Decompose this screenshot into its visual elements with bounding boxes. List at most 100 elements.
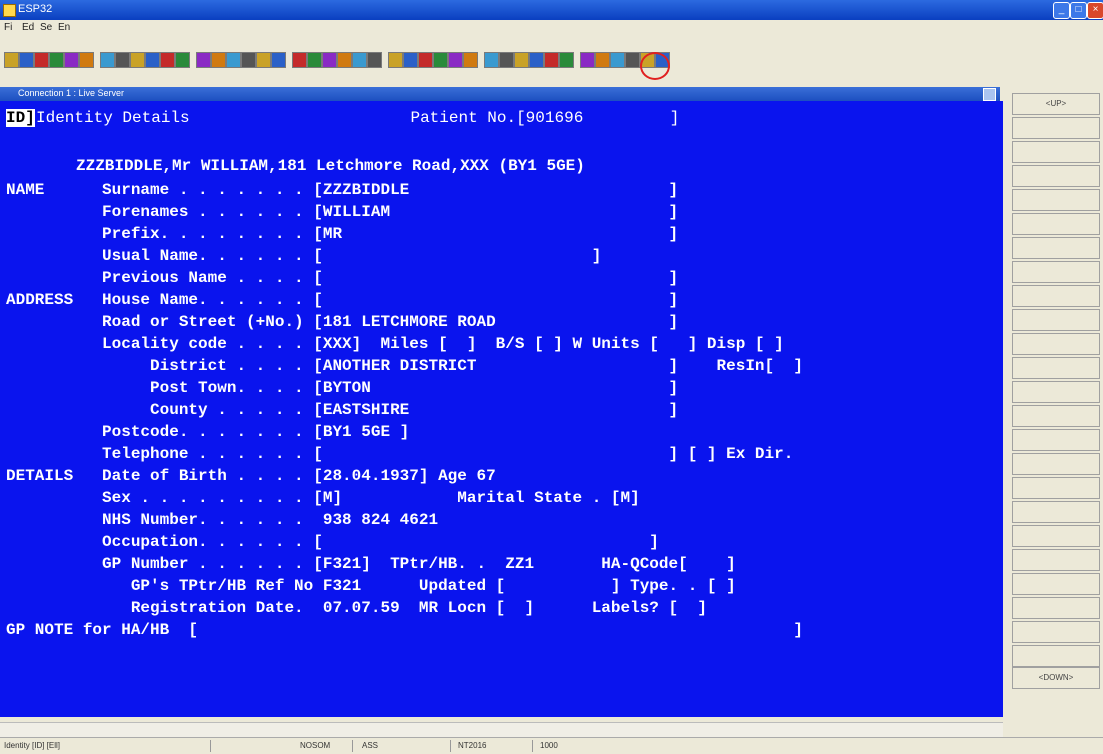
function-key-button[interactable] bbox=[1012, 645, 1100, 667]
toolbar-button[interactable] bbox=[595, 52, 610, 68]
function-key-button[interactable] bbox=[1012, 165, 1100, 187]
postcode-field-row[interactable]: Postcode. . . . . . . [BY1 5GE ] bbox=[6, 423, 409, 441]
toolbar-button[interactable] bbox=[559, 52, 574, 68]
toolbar-button[interactable] bbox=[4, 52, 19, 68]
toolbar-button[interactable] bbox=[292, 52, 307, 68]
forenames-field-row[interactable]: Forenames . . . . . . [WILLIAM ] bbox=[6, 203, 678, 221]
function-key-button[interactable] bbox=[1012, 453, 1100, 475]
toolbar-button[interactable] bbox=[79, 52, 94, 68]
occupation-field-row[interactable]: Occupation. . . . . . [ ] bbox=[6, 533, 659, 551]
toolbar-button[interactable] bbox=[34, 52, 49, 68]
function-key-button[interactable] bbox=[1012, 405, 1100, 427]
function-key-button[interactable] bbox=[1012, 333, 1100, 355]
maximize-button[interactable]: □ bbox=[1070, 2, 1087, 19]
usual-name-field-row[interactable]: Usual Name. . . . . . [ ] bbox=[6, 247, 601, 265]
post-town-field-row[interactable]: Post Town. . . . [BYTON ] bbox=[6, 379, 678, 397]
toolbar-button[interactable] bbox=[448, 52, 463, 68]
county-field-row[interactable]: County . . . . . [EASTSHIRE ] bbox=[6, 401, 678, 419]
toolbar-button[interactable] bbox=[514, 52, 529, 68]
toolbar-button[interactable] bbox=[226, 52, 241, 68]
function-key-button[interactable] bbox=[1012, 381, 1100, 403]
toolbar-button[interactable] bbox=[484, 52, 499, 68]
function-key-button[interactable] bbox=[1012, 309, 1100, 331]
function-key-button[interactable] bbox=[1012, 213, 1100, 235]
toolbar-button[interactable] bbox=[19, 52, 34, 68]
house-name-field-row[interactable]: ADDRESS House Name. . . . . . [ ] bbox=[6, 291, 678, 309]
previous-name-field-row[interactable]: Previous Name . . . . [ ] bbox=[6, 269, 678, 287]
function-key-button[interactable] bbox=[1012, 357, 1100, 379]
sex-field-row[interactable]: Sex . . . . . . . . . [M] Marital State … bbox=[6, 489, 640, 507]
toolbar-button[interactable] bbox=[610, 52, 625, 68]
function-key-button[interactable] bbox=[1012, 117, 1100, 139]
toolbar-button[interactable] bbox=[499, 52, 514, 68]
toolbar-button[interactable] bbox=[196, 52, 211, 68]
function-key-button[interactable] bbox=[1012, 189, 1100, 211]
function-key-button[interactable] bbox=[1012, 549, 1100, 571]
toolbar-button[interactable] bbox=[337, 52, 352, 68]
function-key-button[interactable] bbox=[1012, 237, 1100, 259]
road-field-row[interactable]: Road or Street (+No.) [181 LETCHMORE ROA… bbox=[6, 313, 678, 331]
toolbar-button[interactable] bbox=[100, 52, 115, 68]
toolbar bbox=[0, 36, 1103, 75]
toolbar-button[interactable] bbox=[49, 52, 64, 68]
toolbar-button[interactable] bbox=[544, 52, 559, 68]
status-bar: Identity [ID] [Ell] NOSOM ASS NT2016 100… bbox=[0, 737, 1103, 754]
toolbar-button[interactable] bbox=[418, 52, 433, 68]
function-key-button[interactable] bbox=[1012, 261, 1100, 283]
menu-item-edit[interactable]: Ed bbox=[22, 22, 34, 33]
toolbar-button[interactable] bbox=[388, 52, 403, 68]
dob-field-row[interactable]: DETAILS Date of Birth . . . . [28.04.193… bbox=[6, 467, 496, 485]
down-button[interactable]: <DOWN> bbox=[1012, 667, 1100, 689]
toolbar-button[interactable] bbox=[367, 52, 382, 68]
toolbar-button[interactable] bbox=[130, 52, 145, 68]
toolbar-button[interactable] bbox=[211, 52, 226, 68]
toolbar-button[interactable] bbox=[115, 52, 130, 68]
district-field-row[interactable]: District . . . . [ANOTHER DISTRICT ] Res… bbox=[6, 357, 803, 375]
toolbar-button[interactable] bbox=[241, 52, 256, 68]
menu-item-environment[interactable]: En bbox=[58, 22, 70, 33]
terminal-screen[interactable]: ID] Identity Details Patient No.[901696 … bbox=[0, 101, 1003, 717]
toolbar-button[interactable] bbox=[271, 52, 286, 68]
toolbar-button[interactable] bbox=[463, 52, 478, 68]
toolbar-button[interactable] bbox=[307, 52, 322, 68]
function-key-button[interactable] bbox=[1012, 597, 1100, 619]
function-key-button[interactable] bbox=[1012, 501, 1100, 523]
toolbar-button[interactable] bbox=[256, 52, 271, 68]
gp-note-field-row[interactable]: GP NOTE for HA/HB [ ] bbox=[6, 621, 803, 639]
toolbar-button[interactable] bbox=[625, 52, 640, 68]
registration-date-row[interactable]: Registration Date. 07.07.59 MR Locn [ ] … bbox=[6, 599, 707, 617]
toolbar-button[interactable] bbox=[175, 52, 190, 68]
toolbar-button[interactable] bbox=[529, 52, 544, 68]
function-key-button[interactable] bbox=[1012, 573, 1100, 595]
function-key-button[interactable] bbox=[1012, 477, 1100, 499]
window-title: ESP32 bbox=[18, 3, 53, 15]
toolbar-button[interactable] bbox=[580, 52, 595, 68]
connection-maximize-button[interactable] bbox=[983, 88, 996, 101]
app-icon bbox=[3, 4, 16, 17]
function-key-button[interactable] bbox=[1012, 621, 1100, 643]
minimize-button[interactable]: _ bbox=[1053, 2, 1070, 19]
toolbar-button[interactable] bbox=[145, 52, 160, 68]
menu-item-file[interactable]: Fi bbox=[4, 22, 12, 33]
toolbar-button[interactable] bbox=[433, 52, 448, 68]
close-button[interactable]: × bbox=[1087, 2, 1103, 19]
menu-item-session[interactable]: Se bbox=[40, 22, 52, 33]
toolbar-button[interactable] bbox=[64, 52, 79, 68]
toolbar-button[interactable] bbox=[160, 52, 175, 68]
function-key-button[interactable] bbox=[1012, 525, 1100, 547]
locality-field-row[interactable]: Locality code . . . . [XXX] Miles [ ] B/… bbox=[6, 335, 784, 353]
function-key-button[interactable] bbox=[1012, 285, 1100, 307]
toolbar-button[interactable] bbox=[322, 52, 337, 68]
toolbar-button[interactable] bbox=[403, 52, 418, 68]
up-button[interactable]: <UP> bbox=[1012, 93, 1100, 115]
toolbar-button[interactable] bbox=[352, 52, 367, 68]
prefix-field-row[interactable]: Prefix. . . . . . . . [MR ] bbox=[6, 225, 678, 243]
window-titlebar[interactable]: ESP32 _ □ × bbox=[0, 0, 1103, 20]
surname-field-row[interactable]: NAME Surname . . . . . . . [ZZZBIDDLE ] bbox=[6, 181, 678, 199]
horizontal-scrollbar[interactable] bbox=[0, 722, 1003, 737]
gp-number-field-row[interactable]: GP Number . . . . . . [F321] TPtr/HB. . … bbox=[6, 555, 736, 573]
function-key-button[interactable] bbox=[1012, 429, 1100, 451]
gp-ref-field-row[interactable]: GP's TPtr/HB Ref No F321 Updated [ ] Typ… bbox=[6, 577, 736, 595]
telephone-field-row[interactable]: Telephone . . . . . . [ ] [ ] Ex Dir. bbox=[6, 445, 793, 463]
function-key-button[interactable] bbox=[1012, 141, 1100, 163]
